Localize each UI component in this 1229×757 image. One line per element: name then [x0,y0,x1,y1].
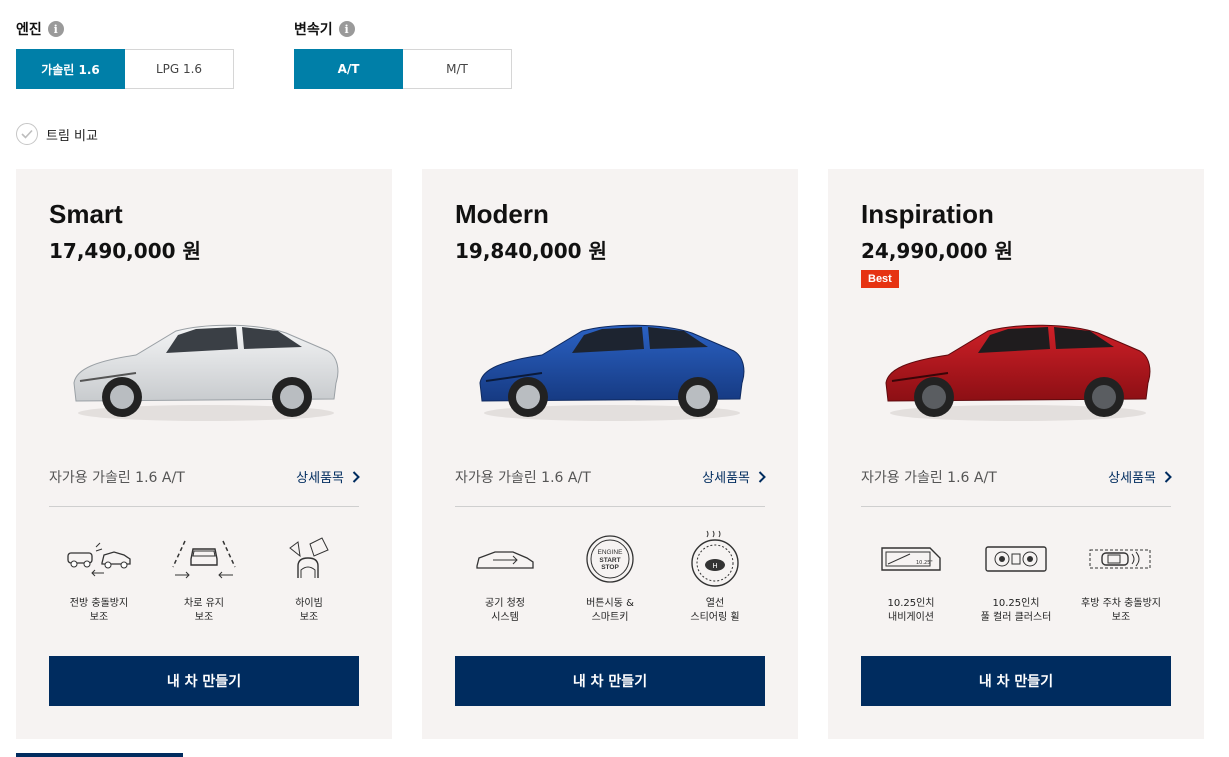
feature-item: 후방 주차 충돌방지 보조 [1071,529,1171,625]
engine-title: 엔진 i [16,18,64,40]
feature-label: 차로 유지 보조 [184,598,224,623]
engine-title-label: 엔진 [16,22,42,38]
chevron-right-icon [352,470,360,483]
trim-spec: 자가용 가솔린 1.6 A/T [49,470,185,486]
trim-card-smart: Smart 17,490,000 원 자가용 가솔린 1.6 A/T 상세품목 … [16,169,392,739]
feature-item: 10.25인치 풀 컬러 클러스터 [966,529,1066,625]
best-badge: Best [861,270,899,288]
feature-list: 전방 충돌방지 보조 차로 유지 보조 하이빔 보조 [49,529,359,625]
feature-item: 하이빔 보조 [259,529,359,625]
svg-text:H: H [712,562,717,570]
engine-info-icon[interactable]: i [47,21,64,37]
detail-items-label: 상세품목 [1108,471,1156,486]
nav-screen-label: 10.25" [916,560,933,566]
engine-label-text: ENGINE [598,549,624,556]
transmission-option-at[interactable]: A/T [294,49,403,89]
detail-items-link[interactable]: 상세품목 [702,467,766,486]
build-my-car-button[interactable]: 내 차 만들기 [455,656,765,706]
trim-spec: 자가용 가솔린 1.6 A/T [455,470,591,486]
engine-toggle: 가솔린 1.6 LPG 1.6 [16,49,234,89]
lane-keep-icon [169,529,239,589]
feature-item: 10.25" 10.25인치 내비게이션 [861,529,961,625]
feature-list: 10.25" 10.25인치 내비게이션 10.25인치 풀 컬러 클러스터 후… [861,529,1171,625]
trim-compare-toggle[interactable]: 트림 비교 [16,123,98,145]
trim-card-modern: Modern 19,840,000 원 자가용 가솔린 1.6 A/T 상세품목… [422,169,798,739]
build-my-car-button[interactable]: 내 차 만들기 [49,656,359,706]
trim-spec: 자가용 가솔린 1.6 A/T [861,470,997,486]
transmission-option-group: 변속기 i A/T M/T [294,18,512,89]
transmission-toggle: A/T M/T [294,49,512,89]
engine-option-lpg[interactable]: LPG 1.6 [125,49,234,89]
high-beam-icon [274,529,344,589]
card-divider [455,506,765,507]
start-label-text: START [599,557,620,564]
trim-name: Inspiration [861,199,994,229]
engine-option-gasoline[interactable]: 가솔린 1.6 [16,49,125,89]
feature-label: 전방 충돌방지 보조 [69,598,129,623]
trim-card-inspiration: Inspiration 24,990,000 원 Best 자가용 가솔린 1.… [828,169,1204,739]
car-image-silver [73,324,339,421]
stop-label-text: STOP [601,564,619,571]
feature-label: 하이빔 보조 [295,598,323,623]
rear-parking-icon [1086,529,1156,589]
feature-list: 공기 청정 시스템 ENGINE START STOP 버튼시동 & 스마트키 H … [455,529,765,625]
air-purifier-icon [470,529,540,589]
bottom-tab-indicator[interactable] [16,753,183,757]
check-circle-icon [16,123,38,145]
chevron-right-icon [758,470,766,483]
card-divider [49,506,359,507]
feature-label: 공기 청정 시스템 [485,598,525,623]
feature-label: 버튼시동 & 스마트키 [586,598,634,623]
car-image-blue [479,324,745,421]
trim-price: 17,490,000 원 [49,239,201,263]
detail-items-link[interactable]: 상세품목 [1108,467,1172,486]
feature-item: ENGINE START STOP 버튼시동 & 스마트키 [560,529,660,625]
heated-wheel-icon: H [680,529,750,589]
feature-label: 후방 주차 충돌방지 보조 [1081,598,1161,623]
car-image-red [885,324,1151,421]
engine-start-icon: ENGINE START STOP [575,529,645,589]
feature-item: 공기 청정 시스템 [455,529,555,625]
navigation-icon: 10.25" [876,529,946,589]
feature-label: 열선 스티어링 휠 [690,598,740,623]
engine-option-group: 엔진 i 가솔린 1.6 LPG 1.6 [16,18,234,89]
detail-items-label: 상세품목 [702,471,750,486]
chevron-right-icon [1164,470,1172,483]
forward-collision-icon [64,529,134,589]
feature-item: 차로 유지 보조 [154,529,254,625]
detail-items-label: 상세품목 [296,471,344,486]
trim-price: 19,840,000 원 [455,239,607,263]
trim-compare-label: 트림 비교 [46,128,98,144]
transmission-title: 변속기 i [294,18,355,40]
feature-label: 10.25인치 풀 컬러 클러스터 [980,598,1052,623]
detail-items-link[interactable]: 상세품목 [296,467,360,486]
feature-item: H 열선 스티어링 휠 [665,529,765,625]
feature-label: 10.25인치 내비게이션 [887,598,935,623]
card-divider [861,506,1171,507]
transmission-info-icon[interactable]: i [338,21,355,37]
build-my-car-button[interactable]: 내 차 만들기 [861,656,1171,706]
feature-item: 전방 충돌방지 보조 [49,529,149,625]
trim-name: Smart [49,199,123,229]
trim-price: 24,990,000 원 [861,239,1013,263]
transmission-title-label: 변속기 [294,22,333,38]
cluster-icon [981,529,1051,589]
trim-name: Modern [455,199,549,229]
transmission-option-mt[interactable]: M/T [403,49,512,89]
